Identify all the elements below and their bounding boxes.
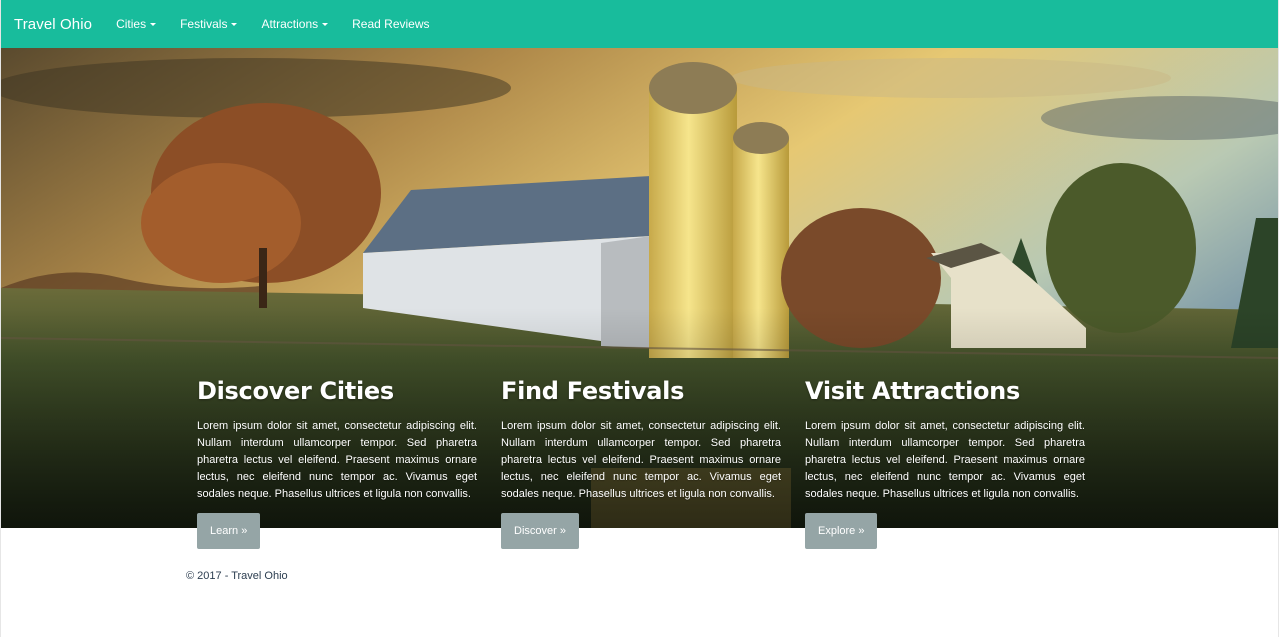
- nav-item-read-reviews[interactable]: Read Reviews: [352, 17, 429, 31]
- caret-down-icon: [322, 23, 329, 26]
- column-discover-cities: Discover Cities Lorem ipsum dolor sit am…: [197, 374, 477, 549]
- caret-down-icon: [231, 23, 238, 26]
- nav-item-label: Festivals: [180, 17, 228, 31]
- discover-button[interactable]: Discover »: [501, 513, 579, 549]
- feature-columns: Discover Cities Lorem ipsum dolor sit am…: [197, 374, 1109, 549]
- nav-item-label: Cities: [116, 17, 147, 31]
- nav-item-label: Read Reviews: [352, 17, 430, 31]
- footer-copyright: © 2017 - Travel Ohio: [186, 570, 288, 582]
- brand-link[interactable]: Travel Ohio: [14, 16, 92, 33]
- nav-item-label: Attractions: [261, 17, 319, 31]
- column-title: Discover Cities: [197, 377, 394, 405]
- caret-down-icon: [150, 23, 157, 26]
- column-text: Lorem ipsum dolor sit amet, consectetur …: [197, 420, 477, 500]
- column-find-festivals: Find Festivals Lorem ipsum dolor sit ame…: [501, 374, 781, 549]
- nav-item-festivals[interactable]: Festivals: [180, 17, 238, 31]
- nav-item-attractions[interactable]: Attractions: [261, 17, 329, 31]
- column-title: Find Festivals: [501, 377, 685, 405]
- explore-button[interactable]: Explore »: [805, 513, 878, 549]
- column-visit-attractions: Visit Attractions Lorem ipsum dolor sit …: [805, 374, 1085, 549]
- learn-button[interactable]: Learn »: [197, 513, 261, 549]
- navbar: Travel Ohio Cities Festivals Attractions…: [1, 0, 1278, 48]
- column-title: Visit Attractions: [805, 377, 1020, 405]
- page: Travel Ohio Cities Festivals Attractions…: [0, 0, 1279, 637]
- column-text: Lorem ipsum dolor sit amet, consectetur …: [805, 420, 1085, 500]
- column-text: Lorem ipsum dolor sit amet, consectetur …: [501, 420, 781, 500]
- nav-item-cities[interactable]: Cities: [116, 17, 157, 31]
